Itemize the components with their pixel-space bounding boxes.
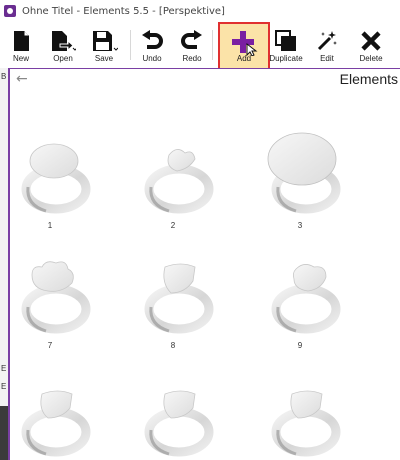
undo-button[interactable]: Undo [138,22,166,68]
left-strip-mark: B [1,72,7,81]
toolbar-separator [212,30,213,60]
ring-number-label: 3 [297,221,303,230]
undo-icon [142,30,163,49]
ring-tile[interactable]: 9 [255,251,345,350]
ring-number-label: 2 [170,221,176,230]
undo-label: Undo [142,54,162,63]
arrow-left-icon[interactable]: ← [16,71,28,87]
duplicate-icon [275,30,296,51]
ring-number-label: 8 [170,341,176,350]
open-file-icon [52,31,76,52]
ring-tile[interactable]: 1 [5,131,95,230]
close-x-icon [361,31,381,51]
magic-wand-icon [317,31,337,51]
signet-ring-icon [21,143,91,214]
delete-label: Delete [359,54,383,63]
new-label: New [12,54,29,63]
signet-ring-icon [21,390,91,457]
duplicate-button[interactable]: Duplicate [268,22,304,68]
open-label: Open [53,54,73,63]
ring-number-label: 7 [47,341,53,350]
signet-ring-icon [144,149,214,214]
ring-tile[interactable] [5,374,95,460]
save-label: Save [94,54,114,63]
redo-button[interactable]: Redo [178,22,206,68]
edit-button[interactable]: Edit [314,22,340,68]
elements-panel: ← Elements 1 2 3 7 8 9 [8,68,400,460]
window-title: Ohne Titel - Elements 5.5 - [Perspektive… [22,5,225,17]
floppy-disk-icon [93,31,118,51]
delete-button[interactable]: Delete [356,22,386,68]
signet-ring-icon [271,264,341,334]
redo-icon [181,30,202,49]
signet-ring-icon [267,132,341,214]
ring-tile[interactable] [255,374,345,460]
ring-tile[interactable]: 3 [255,131,345,230]
add-button[interactable]: Add [226,22,262,68]
ring-number-label: 9 [297,341,303,350]
signet-ring-icon [144,263,214,334]
ring-number-label: 1 [47,221,53,230]
signet-ring-icon [144,390,214,457]
left-strip-mark: E [1,364,7,373]
ring-tile[interactable]: 2 [128,131,218,230]
panel-header: ← Elements [10,69,400,91]
add-plus-icon [232,31,258,56]
toolbar-separator [130,30,131,60]
signet-ring-icon [21,261,91,334]
toolbar: New Open Save Undo Redo Add Duplicate Ed… [0,22,400,72]
ring-tile[interactable]: 8 [128,251,218,350]
ring-tile[interactable]: 7 [5,251,95,350]
add-label: Add [236,54,252,63]
new-file-icon [14,31,29,51]
redo-label: Redo [182,54,202,63]
save-button[interactable]: Save [88,22,120,68]
ring-tile[interactable] [128,374,218,460]
panel-title: Elements [339,71,398,87]
duplicate-label: Duplicate [269,54,303,63]
new-button[interactable]: New [8,22,34,68]
title-bar: Ohne Titel - Elements 5.5 - [Perspektive… [0,0,400,22]
open-button[interactable]: Open [48,22,78,68]
edit-label: Edit [320,54,334,63]
signet-ring-icon [271,390,341,457]
app-icon [4,5,16,17]
